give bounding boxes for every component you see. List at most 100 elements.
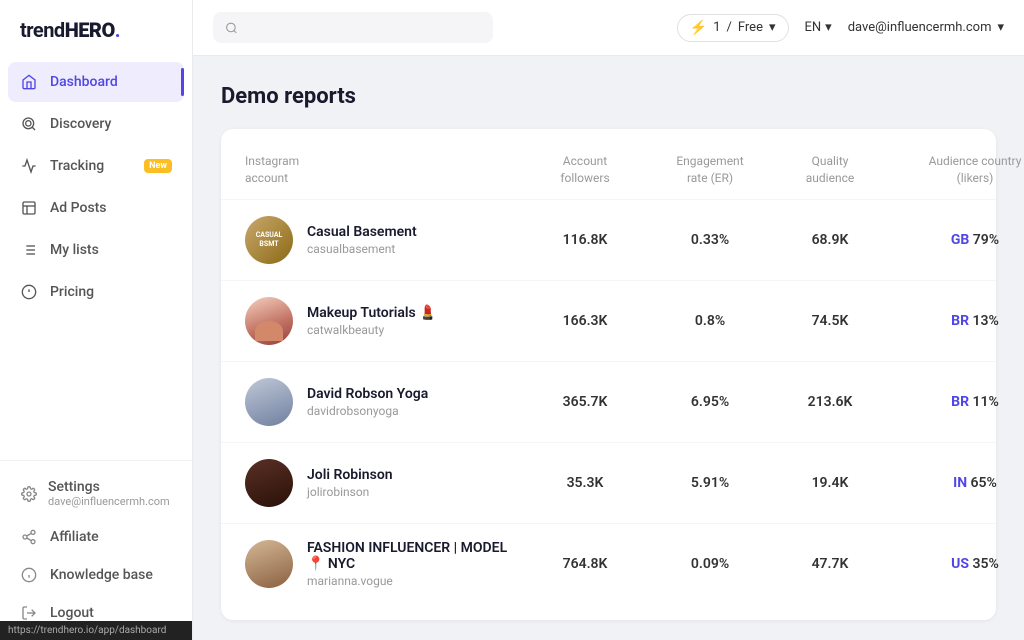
sidebar-item-tracking[interactable]: Tracking New [8, 146, 184, 186]
new-badge: New [144, 159, 172, 173]
account-handle: jolirobinson [307, 485, 393, 499]
table-header: Instagramaccount Accountfollowers Engage… [221, 145, 996, 199]
search-icon [225, 21, 238, 35]
country-value: BR 13% [885, 313, 1024, 329]
avatar: CASUALBSMT [245, 216, 293, 264]
lang-selector[interactable]: EN ▾ [805, 20, 832, 35]
sidebar-item-discovery[interactable]: Discovery [8, 104, 184, 144]
quality-value: 19.4K [775, 475, 885, 491]
account-info: Casual Basement casualbasement [307, 224, 417, 256]
country-code: GB [951, 232, 969, 248]
sidebar-item-knowledge-base[interactable]: Knowledge base [8, 556, 184, 594]
search-input[interactable] [246, 20, 481, 35]
sidebar-item-dashboard[interactable]: Dashboard [8, 62, 184, 102]
col-country: Audience country(likers) [885, 153, 1024, 187]
sidebar-item-label: Dashboard [50, 74, 118, 90]
followers-value: 116.8K [525, 232, 645, 248]
account-cell: David Robson Yoga davidrobsonyoga [245, 378, 525, 426]
sidebar-item-my-lists[interactable]: My lists [8, 230, 184, 270]
table-row[interactable]: Joli Robinson jolirobinson 35.3K 5.91% 1… [221, 442, 996, 523]
avatar [245, 540, 293, 588]
lang-label: EN [805, 20, 822, 35]
page-title: Demo reports [221, 84, 996, 109]
avatar [245, 459, 293, 507]
account-name: Makeup Tutorials 💄 [307, 305, 437, 321]
account-info: FASHION INFLUENCER | MODEL 📍 NYC mariann… [307, 540, 525, 588]
followers-value: 166.3K [525, 313, 645, 329]
account-handle: catwalkbeauty [307, 323, 437, 337]
affiliate-label: Affiliate [50, 529, 99, 545]
user-chevron-icon: ▾ [997, 20, 1004, 35]
sidebar-item-pricing[interactable]: Pricing [8, 272, 184, 312]
sidebar: trendHERO. Dashboard Discovery [0, 0, 193, 640]
main-content: ⚡ 1 / Free ▾ EN ▾ dave@influencermh.com … [193, 0, 1024, 640]
sidebar-item-label: My lists [50, 242, 99, 258]
lang-chevron-icon: ▾ [825, 20, 832, 35]
followers-value: 764.8K [525, 556, 645, 572]
quality-value: 74.5K [775, 313, 885, 329]
chevron-down-icon: ▾ [769, 20, 776, 35]
sidebar-item-label: Tracking [50, 158, 104, 174]
user-menu[interactable]: dave@influencermh.com ▾ [848, 20, 1004, 35]
logout-icon [20, 604, 38, 622]
avatar [245, 297, 293, 345]
account-name: David Robson Yoga [307, 386, 428, 402]
logo: trendHERO. [0, 0, 192, 62]
plan-count: 1 [713, 20, 720, 35]
country-value: BR 11% [885, 394, 1024, 410]
engagement-value: 0.09% [645, 556, 775, 572]
table-row[interactable]: CASUALBSMT Casual Basement casualbasemen… [221, 199, 996, 280]
home-icon [20, 73, 38, 91]
engagement-value: 6.95% [645, 394, 775, 410]
account-cell: FASHION INFLUENCER | MODEL 📍 NYC mariann… [245, 540, 525, 588]
table-row[interactable]: David Robson Yoga davidrobsonyoga 365.7K… [221, 361, 996, 442]
table-row[interactable]: Makeup Tutorials 💄 catwalkbeauty 166.3K … [221, 280, 996, 361]
col-engagement: Engagementrate (ER) [645, 153, 775, 187]
col-quality: Qualityaudience [775, 153, 885, 187]
country-value: GB 79% [885, 232, 1024, 248]
info-icon [20, 566, 38, 584]
engagement-value: 0.8% [645, 313, 775, 329]
topbar: ⚡ 1 / Free ▾ EN ▾ dave@influencermh.com … [193, 0, 1024, 56]
sidebar-item-settings[interactable]: Settings dave@influencermh.com [8, 469, 184, 518]
sidebar-item-ad-posts[interactable]: Ad Posts [8, 188, 184, 228]
plan-badge[interactable]: ⚡ 1 / Free ▾ [677, 14, 789, 42]
col-followers: Accountfollowers [525, 153, 645, 187]
my-lists-icon [20, 241, 38, 259]
logout-label: Logout [50, 605, 94, 621]
settings-email: dave@influencermh.com [48, 495, 170, 508]
quality-value: 68.9K [775, 232, 885, 248]
followers-value: 35.3K [525, 475, 645, 491]
country-value: US 35% [885, 556, 1024, 572]
country-value: IN 65% [885, 475, 1024, 491]
account-name: FASHION INFLUENCER | MODEL 📍 NYC [307, 540, 525, 572]
sidebar-item-affiliate[interactable]: Affiliate [8, 518, 184, 556]
search-bar[interactable] [213, 12, 493, 43]
gear-icon [20, 485, 38, 503]
country-code: BR [951, 313, 969, 329]
settings-label: Settings [48, 479, 170, 495]
avatar [245, 378, 293, 426]
knowledge-base-label: Knowledge base [50, 567, 153, 583]
pricing-icon [20, 283, 38, 301]
col-account: Instagramaccount [245, 153, 525, 187]
account-name: Joli Robinson [307, 467, 393, 483]
tracking-icon [20, 157, 38, 175]
account-handle: casualbasement [307, 242, 417, 256]
quality-value: 213.6K [775, 394, 885, 410]
settings-text: Settings dave@influencermh.com [48, 479, 170, 508]
account-cell: Joli Robinson jolirobinson [245, 459, 525, 507]
country-code: BR [951, 394, 969, 410]
engagement-value: 5.91% [645, 475, 775, 491]
plan-slash: / [727, 20, 732, 35]
account-cell: CASUALBSMT Casual Basement casualbasemen… [245, 216, 525, 264]
affiliate-icon [20, 528, 38, 546]
table-row[interactable]: FASHION INFLUENCER | MODEL 📍 NYC mariann… [221, 523, 996, 604]
url-bar: https://trendhero.io/app/dashboard [0, 621, 192, 640]
account-handle: davidrobsonyoga [307, 404, 428, 418]
sidebar-item-label: Pricing [50, 284, 94, 300]
page-content: Demo reports Instagramaccount Accountfol… [193, 56, 1024, 640]
engagement-value: 0.33% [645, 232, 775, 248]
plan-name: Free [738, 20, 763, 35]
account-cell: Makeup Tutorials 💄 catwalkbeauty [245, 297, 525, 345]
